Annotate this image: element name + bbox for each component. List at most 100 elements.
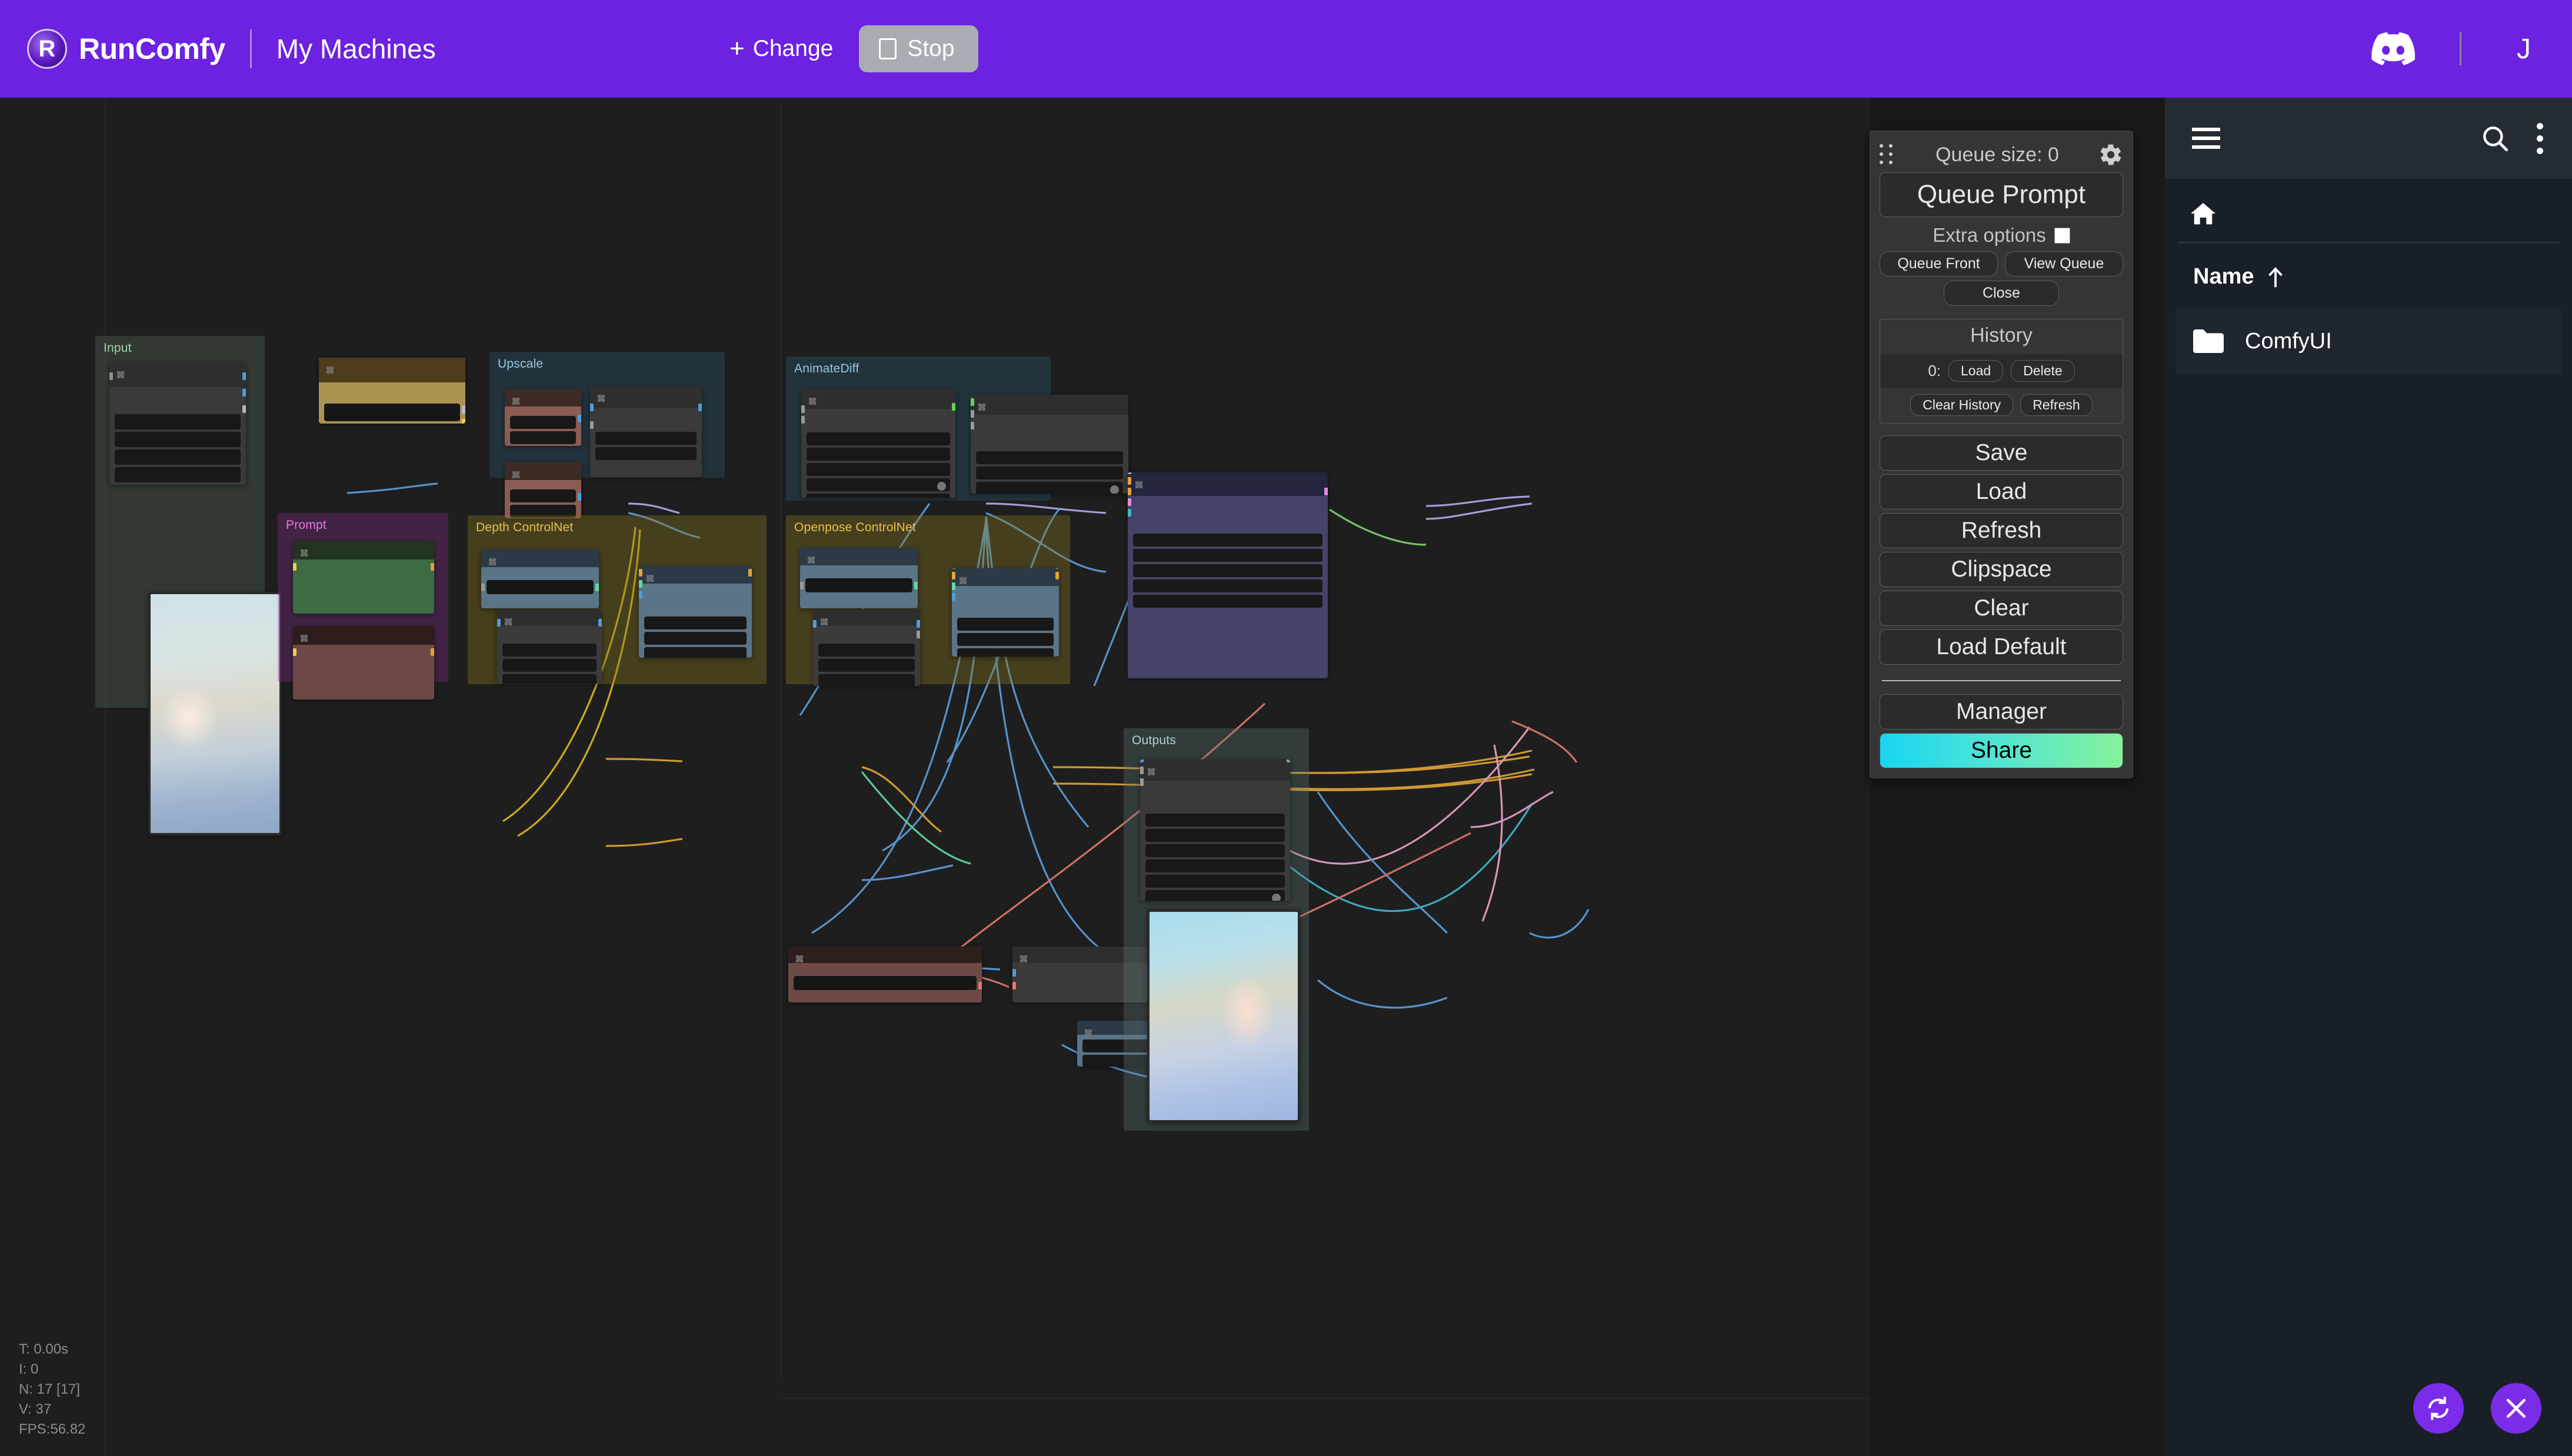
node-text-widget[interactable]	[487, 580, 594, 594]
node-header[interactable]	[788, 947, 982, 963]
node-input-port[interactable]	[952, 582, 955, 590]
node-input-port[interactable]	[1128, 509, 1131, 517]
node-input-port[interactable]	[971, 422, 974, 429]
node-output-port[interactable]	[242, 389, 246, 397]
column-header-name[interactable]: Name	[2165, 243, 2572, 308]
node-clip-text-encode-negative[interactable]	[293, 626, 434, 699]
node-widget[interactable]	[510, 416, 576, 429]
node-vae-loader[interactable]	[788, 947, 982, 1002]
node-widget[interactable]	[807, 494, 950, 498]
node-widget[interactable]	[818, 644, 915, 657]
node-widget[interactable]	[595, 432, 697, 445]
node-header[interactable]	[497, 609, 602, 626]
extra-options-checkbox[interactable]	[2054, 228, 2070, 244]
queue-prompt-button[interactable]: Queue Prompt	[1880, 172, 2123, 217]
node-widget[interactable]	[807, 463, 950, 476]
node-widget[interactable]	[957, 633, 1054, 646]
node-widget[interactable]	[976, 467, 1123, 479]
node-input-port[interactable]	[952, 593, 955, 601]
node-output-port[interactable]	[1055, 572, 1059, 579]
node-input-port[interactable]	[590, 404, 594, 411]
home-icon[interactable]	[2190, 201, 2217, 226]
drag-handle-icon[interactable]	[1880, 145, 1896, 165]
hamburger-menu-icon[interactable]	[2192, 128, 2220, 149]
view-queue-button[interactable]: View Queue	[2005, 251, 2123, 276]
clipspace-button[interactable]: Clipspace	[1880, 552, 2123, 587]
node-text-widget[interactable]	[805, 578, 912, 592]
node-animatediff-apply[interactable]	[971, 395, 1128, 494]
node-input-port[interactable]	[109, 372, 113, 380]
node-widget[interactable]	[502, 644, 597, 657]
manager-button[interactable]: Manager	[1880, 694, 2123, 729]
node-header[interactable]	[293, 541, 434, 559]
node-input-port[interactable]	[952, 572, 955, 579]
node-input-port[interactable]	[801, 416, 805, 424]
node-upscale-loader-a[interactable]	[505, 389, 581, 446]
history-delete-button[interactable]: Delete	[2011, 360, 2074, 382]
node-text-widget[interactable]	[794, 976, 977, 990]
refresh-button[interactable]: Refresh	[1880, 513, 2123, 548]
node-text-widget[interactable]	[324, 404, 460, 421]
node-depth-apply-controlnet[interactable]	[639, 566, 752, 658]
node-widget[interactable]	[957, 618, 1054, 631]
node-input-port[interactable]	[800, 582, 804, 589]
node-depth-controlnet-loader[interactable]	[481, 549, 599, 608]
node-output-port[interactable]	[431, 648, 434, 656]
queue-front-button[interactable]: Queue Front	[1880, 251, 1998, 276]
node-input-port[interactable]	[1012, 982, 1016, 989]
file-browser-sidebar[interactable]: Name ComfyUI	[2165, 98, 2572, 1456]
node-input-port[interactable]	[1012, 969, 1016, 977]
node-input-port[interactable]	[1140, 759, 1144, 762]
node-widget[interactable]	[644, 632, 747, 645]
node-output-port[interactable]	[462, 406, 465, 414]
node-slider-widget[interactable]	[1145, 890, 1285, 901]
node-widget[interactable]	[644, 617, 747, 629]
node-header[interactable]	[481, 549, 599, 567]
node-openpose-controlnet-loader[interactable]	[800, 548, 918, 608]
node-input-port[interactable]	[639, 569, 642, 577]
node-widget[interactable]	[1145, 859, 1285, 872]
node-graph-canvas[interactable]: Input Upscale	[0, 98, 1871, 1456]
node-header[interactable]	[319, 358, 465, 382]
node-widget[interactable]	[976, 451, 1123, 464]
node-header[interactable]	[1128, 472, 1328, 496]
node-input-port[interactable]	[639, 580, 642, 588]
node-widget[interactable]	[818, 674, 915, 686]
more-options-icon[interactable]	[2537, 123, 2545, 154]
node-output-port[interactable]	[978, 982, 982, 989]
node-checkpoint-loader[interactable]	[319, 358, 465, 424]
node-output-port[interactable]	[917, 631, 920, 638]
node-depth-preprocessor[interactable]	[497, 609, 602, 684]
node-widget[interactable]	[115, 467, 241, 482]
node-openpose-preprocessor[interactable]	[813, 609, 920, 686]
history-load-button[interactable]: Load	[1948, 360, 2003, 382]
node-output-video-preview[interactable]	[1147, 909, 1300, 1122]
node-slider-widget[interactable]	[976, 482, 1123, 494]
node-input-port[interactable]	[971, 398, 974, 406]
node-widget[interactable]	[115, 414, 241, 429]
node-widget[interactable]	[1145, 875, 1285, 888]
node-output-port[interactable]	[462, 419, 465, 424]
node-input-port[interactable]	[1128, 488, 1131, 495]
node-widget[interactable]	[1133, 564, 1322, 577]
reload-fab-button[interactable]	[2413, 1383, 2464, 1434]
node-widget[interactable]	[1133, 534, 1322, 547]
node-output-port[interactable]	[914, 582, 918, 589]
list-item[interactable]: ComfyUI	[2175, 308, 2561, 374]
close-button[interactable]: Close	[1944, 281, 2059, 306]
load-button[interactable]: Load	[1880, 474, 2123, 509]
node-widget[interactable]	[502, 674, 597, 684]
node-widget[interactable]	[644, 647, 747, 658]
node-output-port[interactable]	[917, 620, 920, 628]
node-output-port[interactable]	[578, 415, 581, 422]
node-input-port[interactable]	[293, 563, 296, 571]
node-input-video-preview[interactable]	[148, 592, 282, 835]
node-widget[interactable]	[807, 432, 950, 445]
load-default-button[interactable]: Load Default	[1880, 629, 2123, 665]
node-widget[interactable]	[595, 447, 697, 460]
node-widget[interactable]	[1145, 814, 1285, 827]
clear-button[interactable]: Clear	[1880, 591, 2123, 626]
node-output-port[interactable]	[431, 563, 434, 571]
node-upscale-loader-b[interactable]	[505, 462, 581, 518]
node-output-port[interactable]	[598, 619, 602, 627]
